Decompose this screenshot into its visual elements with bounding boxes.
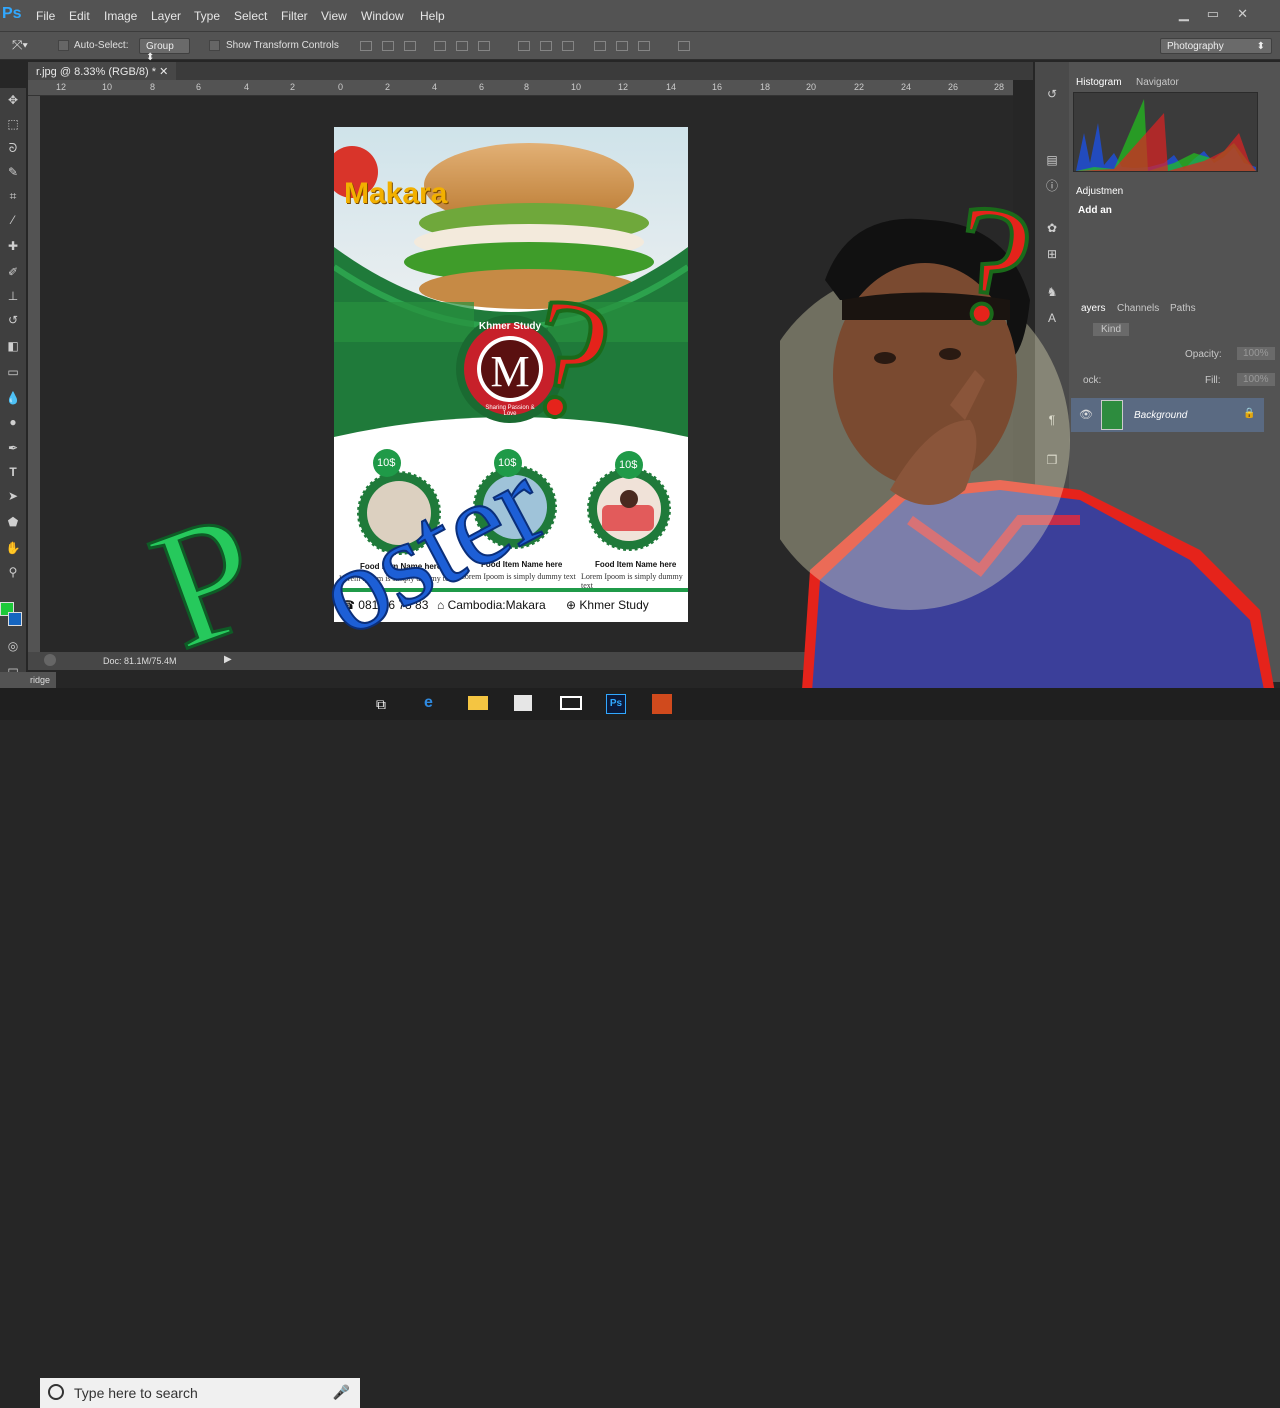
powerpoint-icon[interactable] [652,694,672,714]
search-icon [48,1384,64,1400]
store-icon[interactable] [514,695,532,711]
file-explorer-icon[interactable] [468,696,488,710]
mail-icon[interactable] [560,696,582,710]
question-mark-right: ? [942,167,1043,364]
edge-icon[interactable]: e [424,694,433,712]
windows-taskbar: Type here to search 🎤 ⧉ e Ps [0,688,1280,1408]
poster-word-rest: oster [297,434,565,661]
microphone-icon[interactable]: 🎤 [333,1384,350,1401]
thumbnail-overlay: ? ? P oster [129,165,1045,687]
taskbar-search[interactable]: Type here to search 🎤 [40,1378,360,1408]
task-view-icon[interactable]: ⧉ [376,696,386,713]
poster-word-p: P [130,476,283,685]
question-mark-left: ? [512,260,625,460]
search-placeholder: Type here to search [74,1385,198,1401]
photoshop-taskbar-icon[interactable]: Ps [606,694,626,714]
